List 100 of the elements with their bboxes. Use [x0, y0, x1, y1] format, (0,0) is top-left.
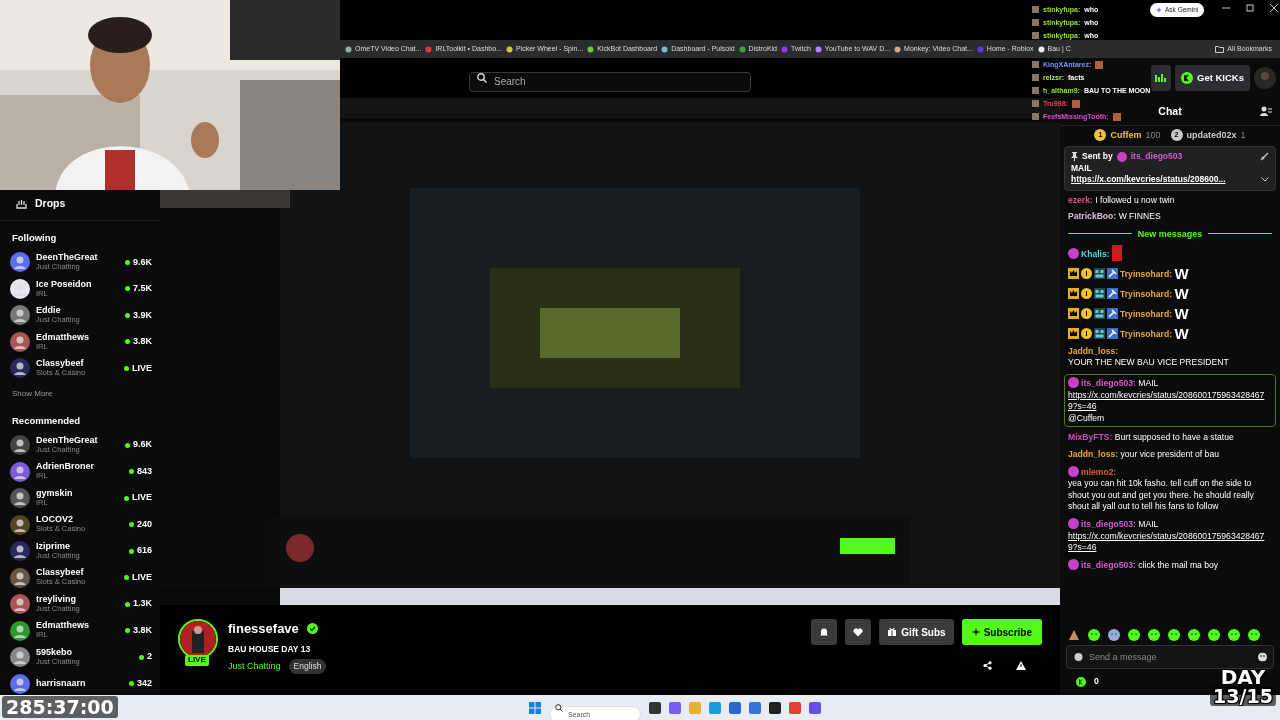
heart-icon [853, 627, 864, 637]
hammer-badge-icon [1107, 327, 1118, 339]
drops-label[interactable]: Drops [35, 196, 66, 212]
emote-icon[interactable] [1208, 629, 1220, 641]
emote-icon[interactable] [1068, 629, 1080, 641]
chat-username[interactable]: its_diego503: [1081, 519, 1136, 529]
stream-title: BAU HOUSE DAY 13 [228, 642, 312, 656]
emote-icon [1071, 99, 1080, 108]
gift-subs-button[interactable]: Gift Subs [879, 619, 954, 645]
chat-text: MAIL [1138, 519, 1159, 531]
chat-username[interactable]: ezerk: [1068, 194, 1093, 205]
leaderboard-button[interactable] [1151, 65, 1171, 91]
warning-icon[interactable] [1016, 661, 1026, 670]
show-more-link[interactable]: Show More [0, 381, 160, 408]
follow-button[interactable] [845, 619, 872, 645]
gifter-badge-icon [1081, 327, 1092, 339]
channel-name: Classybeef [36, 359, 85, 370]
emote-icon[interactable] [1108, 629, 1120, 641]
users-icon[interactable] [1260, 106, 1272, 117]
mention-text: @Cuffem [1068, 412, 1105, 423]
chat-username[interactable]: its_diego503: [1081, 378, 1136, 389]
emote-icon[interactable] [1128, 629, 1140, 641]
viewer-count: 342 [136, 676, 152, 690]
emote-icon[interactable] [1088, 629, 1100, 641]
bookmark-icon [894, 45, 902, 53]
message-input[interactable]: Send a message [1066, 645, 1274, 669]
viewer-count: 9.6K [133, 255, 152, 269]
day-label: DAY [1219, 667, 1267, 687]
chat-username[interactable]: Jaddn_loss: [1068, 449, 1119, 460]
avatar [10, 541, 30, 561]
chat-link[interactable]: https://x.com/kevcries/status/2086001759634284679?s=46 [1068, 389, 1272, 413]
gift-count: 1 [1240, 129, 1246, 142]
avatar [10, 594, 30, 614]
drops-icon [16, 198, 27, 209]
channel-item[interactable]: harrisnaarn 342 [0, 670, 160, 695]
avatar [10, 358, 30, 379]
close-icon[interactable] [1270, 4, 1278, 12]
avatar [10, 331, 30, 352]
chat-username[interactable]: PatrickBoo: [1068, 211, 1117, 222]
chat-username[interactable]: Tryinsohard: [1120, 288, 1173, 299]
channel-name: AdrienBroner [36, 462, 94, 473]
search-icon [477, 73, 487, 83]
category-link[interactable]: Just Chatting [228, 659, 281, 674]
bookmark-icon [781, 45, 788, 53]
emoji-icon[interactable] [1258, 652, 1267, 662]
get-kicks-button[interactable]: Get KICKs [1175, 65, 1250, 91]
emote-icon[interactable] [1188, 629, 1200, 641]
chat-username[interactable]: mlemo2: [1081, 466, 1117, 477]
bookmark-icon [425, 45, 433, 53]
chat-username[interactable]: Tryinsohard: [1120, 328, 1173, 339]
emote-icon[interactable] [1148, 629, 1160, 641]
sub-badge-icon [1116, 151, 1127, 162]
section-heading: Following [11, 230, 58, 245]
language-tag[interactable]: English [288, 659, 327, 674]
app-icon[interactable] [649, 701, 661, 714]
sparkle-icon [971, 628, 980, 636]
windows-icon[interactable] [529, 701, 541, 714]
pinned-link[interactable]: https://x.com/kevcries/status/208600... [1071, 174, 1226, 186]
subscribe-button[interactable]: Subscribe [961, 619, 1042, 645]
emote-icon[interactable] [1248, 629, 1260, 641]
bookmark-icon [505, 45, 513, 53]
pinned-user: its_diego503 [1130, 151, 1183, 163]
notification-button[interactable] [811, 619, 838, 645]
restore-icon[interactable] [1246, 4, 1254, 12]
emote-icon[interactable] [1228, 629, 1240, 641]
bookmark-icon [738, 45, 746, 53]
channel-name: LOCOV2 [36, 515, 74, 526]
chat-link[interactable]: https://x.com/kevcries/status/2086001759634284679?s=46 [1068, 530, 1272, 554]
chevron-icon[interactable] [1261, 177, 1269, 183]
gift-icon [887, 627, 898, 637]
app-icon[interactable] [769, 701, 781, 714]
emote-icon[interactable] [1168, 629, 1180, 641]
robot-badge-icon [1094, 327, 1105, 339]
avatar [10, 514, 30, 535]
minimize-icon[interactable] [1222, 4, 1230, 12]
chat-username[interactable]: MixByFTS: [1068, 432, 1113, 443]
emote-text: W [1174, 264, 1189, 282]
chat-text: YOUR THE NEW BAU VICE PRESIDENT [1068, 357, 1229, 370]
chat-username[interactable]: its_diego503: [1081, 559, 1136, 570]
channel-name: gymskin [36, 488, 73, 499]
viewer-count: 843 [136, 464, 152, 478]
viewer-count: 3.8K [133, 623, 152, 637]
unpin-icon[interactable] [1260, 152, 1269, 162]
live-dot-icon [124, 495, 129, 501]
live-dot-icon [139, 654, 144, 660]
channel-name[interactable]: finessefave [228, 619, 299, 639]
chat-text: W FINNES [1118, 211, 1161, 223]
chat-username[interactable]: Jaddn_loss: [1068, 345, 1119, 356]
chat-username[interactable]: Khalis: [1081, 248, 1110, 259]
kick-coin-icon [1181, 72, 1193, 84]
chat-text: your vice president of bau [1120, 449, 1219, 461]
bookmark-icon [345, 45, 352, 53]
viewer-count: 9.6K [133, 438, 152, 452]
avatar [10, 461, 30, 482]
channel-name: harrisnaarn [36, 678, 86, 689]
search-field[interactable]: Search [469, 71, 751, 92]
chat-username[interactable]: Tryinsohard: [1120, 268, 1173, 279]
share-icon[interactable] [983, 661, 992, 670]
chat-username[interactable]: Tryinsohard: [1120, 308, 1173, 319]
channel-name: Edmatthews [36, 621, 89, 632]
